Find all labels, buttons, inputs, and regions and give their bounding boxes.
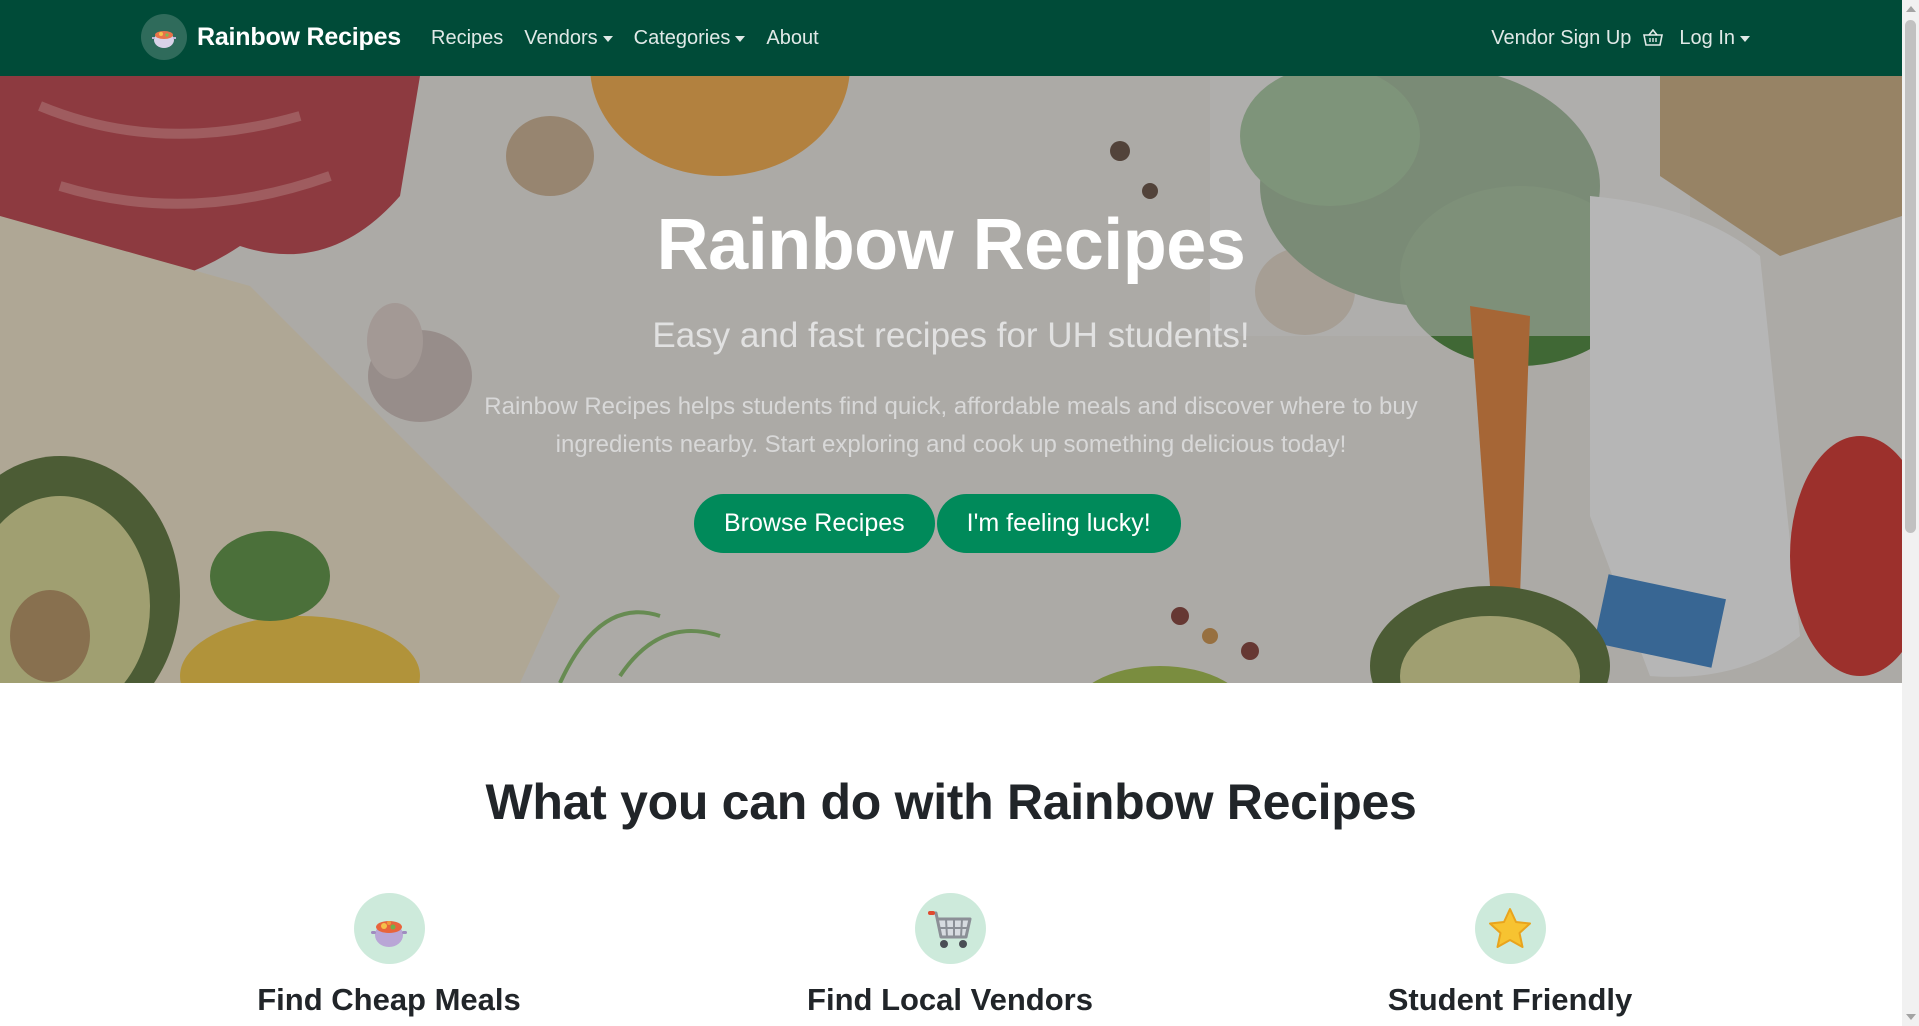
feature-title: Find Local Vendors — [807, 982, 1093, 1017]
scrollbar-thumb[interactable] — [1905, 20, 1916, 533]
shopping-cart-icon — [914, 893, 986, 964]
hero-content: Rainbow Recipes Easy and fast recipes fo… — [0, 76, 1902, 683]
caret-down-icon — [602, 36, 613, 42]
basket-icon — [1641, 26, 1665, 50]
nav-links: Recipes Vendors Categories About — [431, 0, 819, 76]
nav-right: Vendor Sign Up Log In — [1491, 0, 1750, 76]
feature-local-vendors: Find Local Vendors — [740, 893, 1160, 1018]
nav-categories-dropdown[interactable]: Categories — [634, 27, 746, 50]
vendor-signup-link[interactable]: Vendor Sign Up — [1491, 26, 1665, 50]
scroll-up-icon[interactable] — [1906, 6, 1916, 12]
login-dropdown[interactable]: Log In — [1679, 27, 1750, 50]
hero-section: Rainbow Recipes Easy and fast recipes fo… — [0, 76, 1902, 683]
brand-name: Rainbow Recipes — [197, 22, 401, 51]
nav-vendors-label: Vendors — [524, 26, 598, 49]
caret-down-icon — [1740, 36, 1750, 42]
nav-recipes-label: Recipes — [431, 26, 504, 49]
nav-categories-label: Categories — [633, 26, 731, 49]
nav-about[interactable]: About — [766, 27, 818, 50]
features-heading: What you can do with Rainbow Recipes — [485, 774, 1417, 830]
page-scrollbar[interactable] — [1902, 0, 1919, 1026]
browse-recipes-button[interactable]: Browse Recipes — [694, 494, 935, 553]
caret-down-icon — [735, 36, 746, 42]
brand-link[interactable]: Rainbow Recipes — [141, 14, 401, 60]
navbar: Rainbow Recipes Recipes Vendors Categori… — [0, 0, 1902, 76]
feature-title: Find Cheap Meals — [257, 982, 521, 1017]
feeling-lucky-button[interactable]: I'm feeling lucky! — [936, 494, 1181, 553]
hero-description: Rainbow Recipes helps students find quic… — [484, 393, 1418, 458]
hero-title: Rainbow Recipes — [656, 205, 1246, 285]
logo-icon — [141, 14, 187, 60]
feature-student-friendly: Student Friendly — [1300, 893, 1720, 1018]
scroll-down-icon[interactable] — [1906, 1014, 1916, 1020]
nav-vendors-dropdown[interactable]: Vendors — [524, 26, 613, 50]
vendor-signup-label: Vendor Sign Up — [1491, 26, 1632, 49]
feature-cheap-meals: Find Cheap Meals — [179, 893, 599, 1018]
stew-pot-icon — [353, 893, 425, 964]
hero-subtitle: Easy and fast recipes for UH students! — [652, 316, 1250, 355]
feature-title: Student Friendly — [1387, 982, 1633, 1017]
nav-recipes[interactable]: Recipes — [431, 27, 503, 50]
nav-about-label: About — [766, 26, 819, 49]
login-label: Log In — [1679, 26, 1735, 49]
hero-buttons: Browse Recipes I'm feeling lucky! — [694, 494, 1181, 553]
star-icon — [1474, 893, 1546, 964]
